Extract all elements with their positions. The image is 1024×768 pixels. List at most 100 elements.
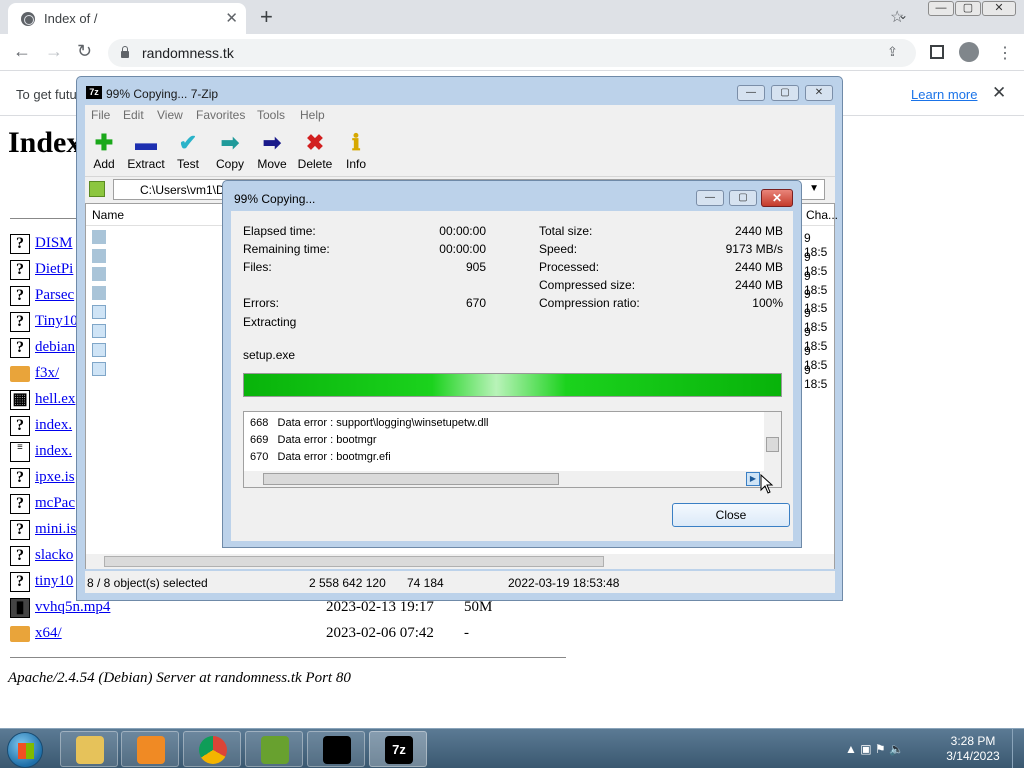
info-button[interactable]: ℹ Info (333, 129, 379, 175)
total-size-label: Total size: (539, 224, 593, 238)
new-tab-button[interactable]: + (260, 4, 273, 30)
back-button[interactable]: ← (13, 41, 31, 62)
folder-up-icon[interactable] (89, 181, 105, 197)
file-link[interactable]: mini.is (35, 521, 76, 538)
bookmark-star-icon[interactable]: ☆ (890, 7, 904, 27)
7zip-toolbar: ✚ Add ▬ Extract ✔ Test ➡ Copy ➡ Move ✖ D… (85, 125, 835, 177)
file-link[interactable]: vvhq5n.mp4 (35, 599, 110, 616)
log-vertical-scrollbar[interactable] (764, 412, 781, 471)
menu-icon[interactable]: ⋮ (997, 43, 1013, 63)
dialog-title: 99% Copying... (234, 192, 316, 206)
file-link[interactable]: DISM (35, 235, 73, 252)
7zip-maximize-button[interactable]: ▢ (771, 85, 799, 101)
menu-file[interactable]: File (91, 108, 110, 122)
unknown-file-icon: ? (10, 468, 30, 488)
file-link[interactable]: slacko (35, 547, 73, 564)
address-bar[interactable]: randomness.tk ⇪ (108, 39, 916, 67)
learn-more-link[interactable]: Learn more (911, 87, 977, 102)
dialog-close-x-button[interactable]: ✕ (761, 189, 793, 207)
operation-label: Extracting (243, 315, 297, 329)
menu-tools[interactable]: Tools (257, 108, 285, 122)
csharp-icon (261, 736, 289, 764)
file-icon[interactable] (92, 305, 106, 319)
horizontal-scrollbar[interactable] (86, 554, 834, 569)
test-button[interactable]: ✔ Test (165, 129, 211, 175)
column-changed[interactable]: Cha... (806, 208, 838, 222)
taskbar-media-player[interactable] (121, 731, 179, 767)
minimize-button[interactable]: — (928, 1, 954, 16)
folder-icon[interactable] (92, 286, 106, 300)
start-button[interactable] (7, 732, 43, 768)
file-link[interactable]: ipxe.is (35, 469, 75, 486)
file-link[interactable]: Tiny10 (35, 313, 78, 330)
taskbar-7zip[interactable]: 7z (369, 731, 427, 767)
close-window-button[interactable]: ✕ (982, 1, 1016, 16)
info-bar-message: To get futu (16, 87, 77, 102)
add-button[interactable]: ✚ Add (81, 129, 127, 175)
scrollbar-thumb[interactable] (766, 437, 779, 452)
lock-icon[interactable] (120, 46, 130, 58)
error-log-list[interactable]: 668 Data error : support\logging\winsetu… (243, 411, 782, 488)
file-link[interactable]: debian (35, 339, 75, 356)
taskbar-cmd[interactable] (307, 731, 365, 767)
file-link[interactable]: hell.ex (35, 391, 75, 408)
unknown-file-icon: ? (10, 338, 30, 358)
tab-close-icon[interactable]: ✕ (225, 9, 238, 27)
forward-button[interactable]: → (45, 41, 63, 62)
close-button[interactable]: Close (672, 503, 790, 527)
chrome-icon (199, 736, 227, 764)
log-horizontal-scrollbar[interactable]: ▶ (244, 471, 781, 487)
file-link[interactable]: f3x/ (35, 365, 59, 382)
menu-edit[interactable]: Edit (123, 108, 144, 122)
file-link[interactable]: mcPac (35, 495, 75, 512)
file-icon[interactable] (92, 343, 106, 357)
dialog-minimize-button[interactable]: — (696, 190, 724, 206)
taskbar-csharp[interactable] (245, 731, 303, 767)
copy-button[interactable]: ➡ Copy (207, 129, 253, 175)
add-icon: ✚ (94, 130, 114, 155)
file-link[interactable]: x64/ (35, 625, 62, 642)
file-link[interactable]: Parsec (35, 287, 74, 304)
show-desktop-button[interactable] (1012, 729, 1024, 768)
maximize-button[interactable]: ▢ (955, 1, 981, 16)
file-link[interactable]: DietPi (35, 261, 73, 278)
scroll-right-icon[interactable]: ▶ (746, 472, 760, 486)
delete-button[interactable]: ✖ Delete (292, 129, 338, 175)
browser-tab[interactable]: Index of / ✕ (8, 3, 246, 34)
side-panel-icon[interactable] (930, 45, 944, 59)
dialog-maximize-button[interactable]: ▢ (729, 190, 757, 206)
profile-avatar[interactable] (959, 42, 979, 62)
file-link[interactable]: tiny10 (35, 573, 73, 590)
folder-icon[interactable] (92, 249, 106, 263)
chevron-down-icon[interactable]: ▼ (809, 183, 819, 194)
scrollbar-thumb[interactable] (263, 473, 559, 485)
system-tray[interactable]: ▲ ▣ ⚑ 🔈 (845, 742, 904, 756)
extract-button[interactable]: ▬ Extract (123, 129, 169, 175)
share-icon[interactable]: ⇪ (887, 44, 898, 60)
7zip-minimize-button[interactable]: — (737, 85, 765, 101)
file-icon[interactable] (92, 324, 106, 338)
info-bar-close-icon[interactable]: ✕ (992, 83, 1006, 103)
taskbar-explorer[interactable] (60, 731, 118, 767)
media-player-icon (137, 736, 165, 764)
7zip-titlebar[interactable]: 7z 99% Copying... 7-Zip — ▢ ✕ (77, 77, 842, 107)
file-date: 2023-02-06 07:42 (326, 625, 434, 641)
menu-view[interactable]: View (157, 108, 183, 122)
url-text[interactable]: randomness.tk (142, 45, 234, 61)
taskbar-chrome[interactable] (183, 731, 241, 767)
scrollbar-thumb[interactable] (104, 556, 604, 567)
file-icon[interactable] (92, 362, 106, 376)
7zip-close-button[interactable]: ✕ (805, 85, 833, 101)
file-link[interactable]: index. (35, 417, 72, 434)
folder-icon[interactable] (92, 267, 106, 281)
unknown-file-icon: ? (10, 546, 30, 566)
menu-help[interactable]: Help (300, 108, 325, 122)
folder-icon[interactable] (92, 230, 106, 244)
reload-button[interactable]: ↻ (77, 41, 92, 62)
clock[interactable]: 3:28 PM 3/14/2023 (938, 734, 1008, 764)
log-line-text: Data error : support\logging\winsetupetw… (277, 417, 489, 429)
move-button[interactable]: ➡ Move (249, 129, 295, 175)
file-link[interactable]: index. (35, 443, 72, 460)
column-name[interactable]: Name (92, 208, 124, 222)
menu-favorites[interactable]: Favorites (196, 108, 245, 122)
